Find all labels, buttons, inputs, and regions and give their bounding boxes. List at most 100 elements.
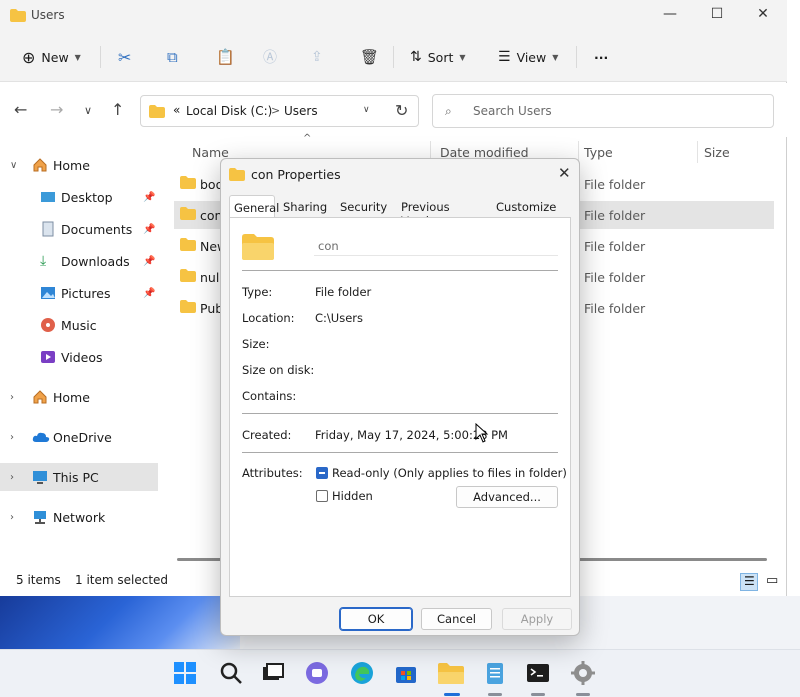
pin-icon: 📌 (143, 287, 156, 299)
sidebar-item-home[interactable]: ∨ Home (0, 151, 158, 179)
expand-chevron-icon[interactable]: › (10, 392, 14, 403)
new-button[interactable]: ⊕ New ▼ (22, 46, 81, 68)
sidebar-item-documents[interactable]: Documents 📌 (0, 215, 158, 243)
collapse-chevron-icon[interactable]: ∨ (10, 160, 17, 171)
folder-icon (180, 238, 196, 251)
documents-icon (40, 221, 56, 237)
overflow-chevron-icon[interactable]: « (173, 103, 180, 117)
expand-chevron-icon[interactable]: › (10, 512, 14, 523)
dialog-title: con Properties (251, 167, 341, 182)
back-arrow-icon[interactable]: ← (14, 100, 27, 119)
type-value: File folder (315, 285, 372, 299)
refresh-icon[interactable]: ↻ (395, 101, 408, 120)
tab-general[interactable]: General (229, 195, 279, 218)
folder-icon (180, 269, 196, 282)
store-icon[interactable] (393, 660, 421, 688)
sort-ascending-icon: ^ (303, 133, 312, 144)
address-bar[interactable]: « Local Disk (C:) > Users ∨ ↻ (140, 95, 419, 127)
sidebar-item-onedrive[interactable]: › OneDrive (0, 423, 158, 451)
tab-sharing[interactable]: Sharing (283, 195, 327, 218)
start-icon[interactable] (172, 660, 200, 688)
folder-large-icon (242, 234, 274, 260)
address-dropdown-icon[interactable]: ∨ (363, 105, 370, 115)
sidebar-item-network[interactable]: › Network (0, 503, 158, 531)
file-type: File folder (584, 270, 646, 285)
breadcrumb-users[interactable]: Users (284, 104, 318, 118)
folder-name-field[interactable]: con (314, 236, 558, 256)
details-view-icon: ☰ (744, 574, 755, 588)
file-type: File folder (584, 239, 646, 254)
sidebar-item-desktop[interactable]: Desktop 📌 (0, 183, 158, 211)
attributes-label: Attributes: (242, 466, 303, 480)
breadcrumb-local-disk[interactable]: Local Disk (C:) (186, 104, 272, 118)
column-divider[interactable] (697, 141, 698, 163)
plus-circle-icon: ⊕ (22, 47, 36, 67)
tab-security[interactable]: Security (340, 195, 387, 218)
cut-button[interactable]: ✂ (118, 46, 131, 68)
details-view-button[interactable]: ☰ (740, 573, 758, 591)
tab-customize[interactable]: Customize (496, 195, 556, 218)
minimize-button[interactable]: — (659, 6, 681, 24)
sidebar-item-label: Desktop (61, 189, 113, 205)
column-header-size[interactable]: Size (704, 145, 730, 171)
copy-button[interactable]: ⧉ (167, 46, 178, 68)
folder-icon (180, 207, 196, 220)
advanced-button[interactable]: Advanced... (456, 486, 558, 508)
delete-button[interactable]: 🗑 (360, 46, 379, 68)
terminal-icon[interactable] (525, 660, 553, 688)
pin-icon: 📌 (143, 223, 156, 235)
dialog-close-button[interactable]: ✕ (558, 164, 571, 182)
readonly-checkbox[interactable] (316, 467, 328, 479)
sort-button[interactable]: ⇅ Sort ▼ (410, 46, 466, 68)
expand-chevron-icon[interactable]: › (10, 432, 14, 443)
recent-locations-chevron-icon[interactable]: ∨ (84, 104, 92, 117)
settings-icon[interactable] (570, 660, 598, 688)
search-placeholder: Search Users (473, 104, 552, 118)
column-header-type[interactable]: Type (584, 145, 613, 171)
apply-button[interactable]: Apply (502, 608, 572, 630)
hidden-checkbox[interactable] (316, 490, 328, 502)
close-button[interactable]: ✕ (752, 6, 774, 24)
item-count: 5 items (16, 573, 61, 587)
file-explorer-icon[interactable] (437, 660, 465, 688)
sidebar-item-pictures[interactable]: Pictures 📌 (0, 279, 158, 307)
separator (242, 452, 558, 453)
rename-button[interactable]: Ⓐ (263, 46, 277, 68)
share-button[interactable]: ⇪ (311, 46, 323, 68)
forward-arrow-icon[interactable]: → (50, 100, 63, 119)
sidebar-item-home-2[interactable]: › Home (0, 383, 158, 411)
sidebar-item-this-pc[interactable]: › This PC (0, 463, 158, 491)
edge-icon[interactable] (349, 660, 377, 688)
sidebar-item-label: Home (53, 157, 90, 173)
sidebar-item-label: Home (53, 389, 90, 405)
more-options-button[interactable]: ··· (594, 46, 608, 68)
cancel-button[interactable]: Cancel (421, 608, 492, 630)
clipboard-icon: 📋 (216, 48, 235, 66)
sidebar-item-downloads[interactable]: ⤓ Downloads 📌 (0, 247, 158, 275)
pc-icon (32, 469, 48, 485)
active-app-indicator (444, 693, 460, 696)
task-view-icon[interactable] (260, 660, 288, 688)
toolbar-divider (100, 46, 101, 68)
expand-chevron-icon[interactable]: › (10, 472, 14, 483)
search-box[interactable]: ⌕ Search Users (432, 94, 774, 128)
ok-button[interactable]: OK (339, 607, 413, 631)
tiles-view-button[interactable]: ▭ (762, 573, 780, 591)
sidebar-item-music[interactable]: Music (0, 311, 158, 339)
teams-icon[interactable] (304, 660, 332, 688)
copy-icon: ⧉ (167, 48, 178, 66)
folder-icon (229, 168, 245, 181)
sidebar-item-videos[interactable]: Videos (0, 343, 158, 371)
type-label: Type: (242, 285, 273, 299)
sidebar-item-label: This PC (53, 469, 99, 485)
file-type: File folder (584, 301, 646, 316)
tab-previous-versions[interactable]: Previous Versions (401, 195, 450, 228)
pin-icon: 📌 (143, 191, 156, 203)
folder-icon (180, 300, 196, 313)
search-icon[interactable] (218, 660, 246, 688)
maximize-button[interactable]: ☐ (706, 6, 728, 24)
up-arrow-icon[interactable]: ↑ (111, 100, 124, 119)
view-button[interactable]: ☰ View ▼ (498, 46, 558, 68)
paste-button[interactable]: 📋 (216, 46, 235, 68)
notepad-icon[interactable] (482, 660, 510, 688)
